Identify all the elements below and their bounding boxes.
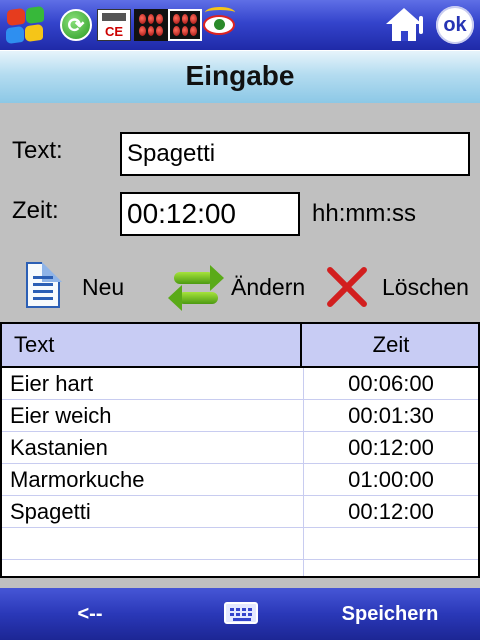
item-text [10,528,302,559]
list-item[interactable]: Spagetti 00:12:00 [2,496,478,528]
refresh-app-icon[interactable]: ⟳ [56,5,96,45]
delete-button-label: Löschen [382,274,469,300]
delete-x-icon [324,264,370,310]
text-input[interactable] [120,132,470,176]
bottom-menu-bar: <-- Speichern [0,588,480,640]
ok-button[interactable]: ok [436,6,474,44]
change-button-label: Ändern [231,274,306,300]
item-text: Spagetti [10,499,91,524]
timer-list[interactable]: Text Zeit Eier hart 00:06:00 Eier weich … [0,322,480,578]
list-item-empty[interactable] [2,528,478,560]
list-item[interactable]: Eier hart 00:06:00 [2,368,478,400]
home-icon[interactable] [384,6,424,44]
list-item[interactable]: Kastanien 00:12:00 [2,432,478,464]
item-time [304,528,478,559]
list-item[interactable]: Eier weich 00:01:30 [2,400,478,432]
change-button[interactable]: Ändern [168,260,313,312]
new-button-label: Neu [82,274,125,300]
keyboard-icon[interactable] [224,602,258,624]
time-label: Zeit: [12,197,59,224]
time-input[interactable] [120,192,300,236]
ce-app-icon[interactable]: CE [94,5,134,45]
save-softkey[interactable]: Speichern [300,588,480,640]
list-item[interactable]: Marmorkuche 01:00:00 [2,464,478,496]
item-time: 00:01:30 [348,403,434,428]
item-text: Marmorkuche [10,467,145,492]
item-time [304,560,478,576]
item-text: Kastanien [10,435,108,460]
text-label: Text: [12,137,63,164]
item-time: 00:06:00 [348,371,434,396]
list-header: Text Zeit [2,324,478,368]
item-time: 00:12:00 [348,499,434,524]
column-header-text[interactable]: Text [2,324,302,366]
delete-button[interactable]: Löschen [322,260,474,312]
back-softkey[interactable]: <-- [0,588,180,640]
time-format-hint: hh:mm:ss [312,200,417,227]
item-time: 01:00:00 [348,467,434,492]
item-text: Eier hart [10,371,94,396]
item-text [10,560,302,576]
column-header-time[interactable]: Zeit [304,324,478,366]
taskbar: ⟳ CE ok [0,0,480,50]
refresh-icon [168,262,224,311]
list-item-empty[interactable] [2,560,478,576]
eye-app-icon[interactable] [200,5,240,45]
item-text: Eier weich [10,403,112,428]
list-rows: Eier hart 00:06:00 Eier weich 00:01:30 K… [2,368,478,576]
page-title: Eingabe [185,60,295,91]
new-button[interactable]: Neu [20,260,140,312]
item-time: 00:12:00 [348,435,434,460]
windows-start-icon[interactable] [4,4,46,46]
title-bar: Eingabe [0,50,480,103]
document-icon [26,262,62,310]
